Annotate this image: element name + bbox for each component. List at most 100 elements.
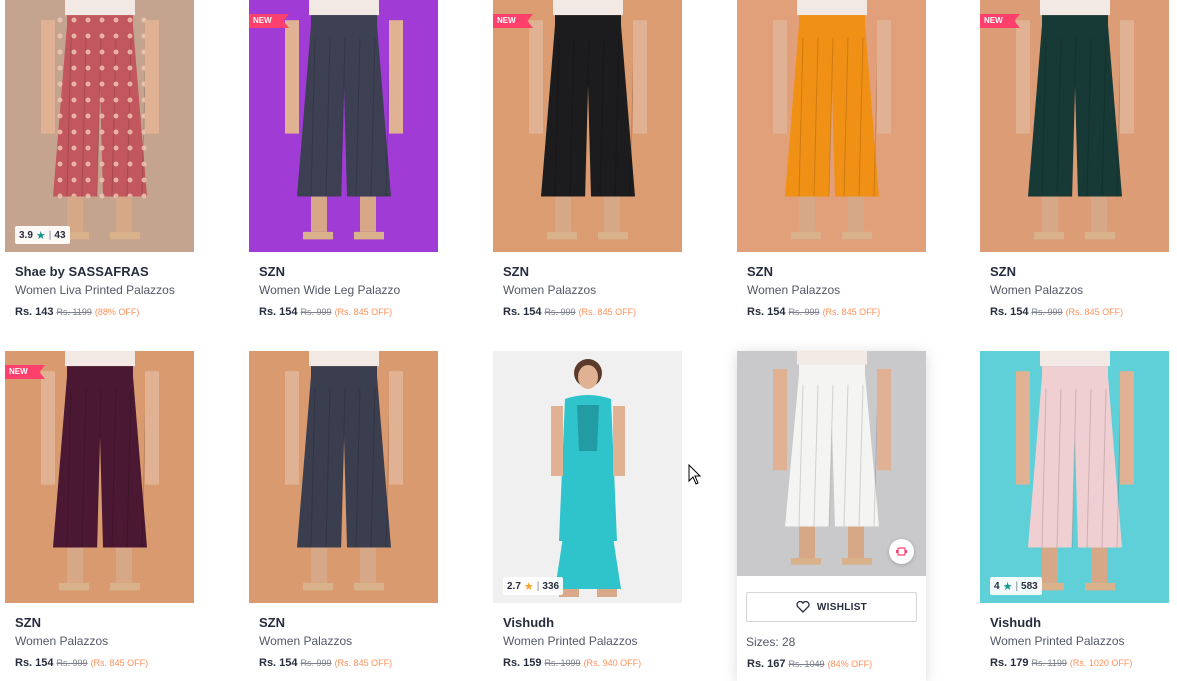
rating-badge: 2.7 ★ | 336	[503, 577, 564, 595]
product-image[interactable]: 4 ★ | 583	[980, 351, 1169, 603]
discount-text: (Rs. 940 OFF)	[583, 658, 642, 668]
new-badge: NEW	[493, 14, 533, 28]
product-card[interactable]: NEW SZN Women Palazzos Rs. 154 Rs. 999 (Rs. 8…	[980, 0, 1169, 319]
product-image[interactable]: NEW	[249, 0, 438, 252]
sizes-text: Sizes: 28	[746, 635, 796, 649]
mrp-price: Rs. 1049	[788, 659, 825, 669]
product-name: Women Liva Printed Palazzos	[15, 283, 175, 297]
product-name: Women Palazzos	[503, 283, 597, 297]
rating-separator: |	[48, 229, 52, 241]
heart-icon	[796, 601, 810, 613]
product-image[interactable]	[737, 0, 926, 252]
product-brand: SZN	[259, 615, 285, 630]
discount-text: (Rs. 1020 OFF)	[1069, 658, 1133, 668]
selling-price: Rs. 167	[747, 658, 786, 670]
selling-price: Rs. 154	[259, 657, 298, 669]
rating-badge: 4 ★ | 583	[990, 577, 1042, 595]
discount-text: (Rs. 845 OFF)	[1065, 307, 1124, 317]
product-card[interactable]: WISHLIST Sizes: 28 Rs. 167 Rs. 1049 (84% OFF…	[737, 351, 926, 681]
product-name: Women Palazzos	[15, 634, 109, 648]
new-badge: NEW	[980, 14, 1020, 28]
product-brand: SZN	[747, 264, 773, 279]
product-card[interactable]: SZN Women Palazzos Rs. 154 Rs. 999 (Rs. 845 …	[249, 351, 438, 670]
rating-value: 2.7	[507, 580, 521, 592]
product-brand: SZN	[503, 264, 529, 279]
mouse-cursor-icon	[688, 464, 702, 485]
rating-count: 336	[542, 580, 560, 592]
product-card[interactable]: 3.9 ★ | 43 Shae by SASSAFRAS Women Liva Print…	[5, 0, 194, 319]
view-similar-button[interactable]	[889, 539, 914, 564]
discount-text: (Rs. 845 OFF)	[578, 307, 637, 317]
rating-value: 3.9	[19, 229, 33, 241]
price-row: Rs. 179 Rs. 1199 (Rs. 1020 OFF)	[990, 656, 1159, 670]
price-row: Rs. 154 Rs. 999 (Rs. 845 OFF)	[503, 305, 672, 319]
product-image[interactable]: 2.7 ★ | 336	[493, 351, 682, 603]
selling-price: Rs. 179	[990, 657, 1029, 669]
mrp-price: Rs. 1199	[56, 307, 92, 317]
product-name: Women Palazzos	[747, 283, 841, 297]
price-row: Rs. 159 Rs. 1099 (Rs. 940 OFF)	[503, 656, 672, 670]
product-brand: Vishudh	[990, 615, 1042, 630]
rating-count: 583	[1021, 580, 1038, 592]
product-name: Women Printed Palazzos	[503, 634, 638, 648]
selling-price: Rs. 154	[503, 306, 542, 318]
price-row: Rs. 167 Rs. 1049 (84% OFF)	[747, 657, 916, 671]
rating-value: 4	[994, 580, 1000, 592]
price-row: Rs. 154 Rs. 999 (Rs. 845 OFF)	[747, 305, 916, 319]
star-icon: ★	[1002, 580, 1013, 593]
wishlist-button[interactable]: WISHLIST	[746, 592, 917, 622]
product-brand: Shae by SASSAFRAS	[15, 264, 149, 279]
selling-price: Rs. 154	[747, 306, 786, 318]
price-row: Rs. 154 Rs. 999 (Rs. 845 OFF)	[259, 656, 428, 670]
star-icon: ★	[523, 580, 534, 593]
mrp-price: Rs. 999	[544, 307, 576, 317]
discount-text: (Rs. 845 OFF)	[822, 307, 881, 317]
product-name: Women Palazzos	[990, 283, 1084, 297]
product-image[interactable]	[249, 351, 438, 603]
mrp-price: Rs. 999	[300, 658, 332, 668]
product-image[interactable]: NEW	[5, 351, 194, 603]
rating-badge: 3.9 ★ | 43	[15, 226, 70, 244]
product-image[interactable]: 3.9 ★ | 43	[5, 0, 194, 252]
rating-separator: |	[536, 580, 540, 592]
selling-price: Rs. 143	[15, 306, 54, 318]
mrp-price: Rs. 1199	[1031, 658, 1067, 668]
discount-text: (Rs. 845 OFF)	[90, 658, 149, 668]
product-card[interactable]: SZN Women Palazzos Rs. 154 Rs. 999 (Rs. 845 …	[737, 0, 926, 319]
discount-text: (Rs. 845 OFF)	[334, 658, 393, 668]
new-badge: NEW	[5, 365, 45, 379]
star-icon: ★	[35, 229, 46, 242]
mrp-price: Rs. 999	[1031, 307, 1063, 317]
product-card[interactable]: NEW SZN Women Palazzos Rs. 154 Rs. 999 (Rs. 8…	[5, 351, 194, 670]
selling-price: Rs. 154	[259, 306, 298, 318]
new-badge: NEW	[249, 14, 289, 28]
price-row: Rs. 154 Rs. 999 (Rs. 845 OFF)	[259, 305, 428, 319]
product-name: Women Palazzos	[259, 634, 353, 648]
product-image[interactable]	[737, 351, 926, 576]
product-card[interactable]: NEW SZN Women Wide Leg Palazzo Rs. 154 Rs. 9…	[249, 0, 438, 319]
rating-separator: |	[1015, 580, 1019, 592]
product-card[interactable]: 2.7 ★ | 336 Vishudh Women Printed Palazzos Rs.…	[493, 351, 682, 670]
discount-text: (Rs. 845 OFF)	[334, 307, 393, 317]
product-brand: SZN	[15, 615, 41, 630]
price-row: Rs. 154 Rs. 999 (Rs. 845 OFF)	[990, 305, 1159, 319]
selling-price: Rs. 159	[503, 657, 542, 669]
discount-text: (88% OFF)	[94, 307, 140, 317]
price-row: Rs. 143 Rs. 1199 (88% OFF)	[15, 305, 184, 319]
product-card[interactable]: NEW SZN Women Palazzos Rs. 154 Rs. 999 (Rs. 8…	[493, 0, 682, 319]
product-image[interactable]: NEW	[980, 0, 1169, 252]
mrp-price: Rs. 999	[788, 307, 820, 317]
mrp-price: Rs. 999	[56, 658, 88, 668]
product-card[interactable]: 4 ★ | 583 Vishudh Women Printed Palazzos Rs. 1…	[980, 351, 1169, 670]
product-name: Women Wide Leg Palazzo	[259, 283, 401, 297]
similar-icon	[896, 547, 907, 556]
wishlist-label: WISHLIST	[816, 601, 868, 613]
mrp-price: Rs. 999	[300, 307, 332, 317]
product-brand: Vishudh	[503, 615, 555, 630]
discount-text: (84% OFF)	[827, 659, 873, 669]
selling-price: Rs. 154	[990, 306, 1029, 318]
product-image[interactable]: NEW	[493, 0, 682, 252]
product-name: Women Printed Palazzos	[990, 634, 1125, 648]
selling-price: Rs. 154	[15, 657, 54, 669]
mrp-price: Rs. 1099	[544, 658, 581, 668]
